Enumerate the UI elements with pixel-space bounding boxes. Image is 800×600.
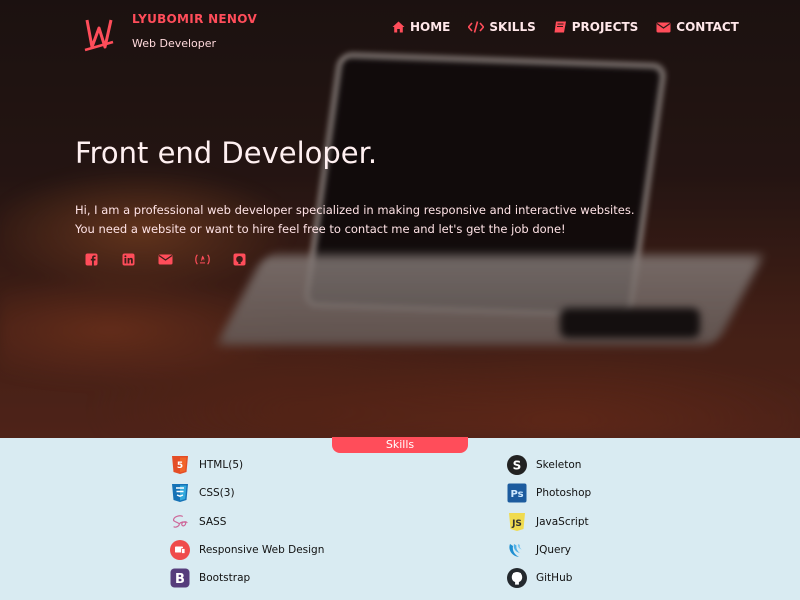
brand-logo-icon[interactable]: [82, 14, 116, 54]
github-icon[interactable]: [231, 251, 248, 268]
skill-name: Photoshop: [536, 487, 592, 500]
hero-headline: Front end Developer.: [75, 136, 378, 170]
envelope-icon: [656, 22, 671, 33]
home-icon: [392, 21, 405, 33]
responsive-icon: [170, 539, 190, 560]
social-links: [83, 251, 248, 268]
nav-contact[interactable]: CONTACT: [656, 20, 739, 34]
skill-name: Responsive Web Design: [199, 543, 325, 556]
hero-intro-line2: You need a website or want to hire feel …: [75, 222, 566, 236]
skill-name: JQuery: [536, 543, 572, 556]
skill-javascript: JS JavaScript: [507, 512, 591, 532]
skill-name: SASS: [199, 515, 227, 528]
javascript-icon: JS: [507, 512, 527, 532]
hero-intro: Hi, I am a professional web developer sp…: [75, 201, 675, 239]
skill-name: Skeleton: [536, 459, 582, 471]
book-icon: [554, 21, 567, 33]
skill-jquery: JQuery: [507, 540, 591, 560]
svg-text:Ps: Ps: [510, 489, 523, 500]
skill-github: GitHub: [507, 568, 591, 589]
skills-right-column: S Skeleton Ps Photoshop JS JavaScript JQ…: [507, 455, 591, 596]
skill-name: JavaScript: [536, 515, 589, 528]
freecodecamp-icon[interactable]: [194, 251, 211, 268]
linkedin-icon[interactable]: [120, 251, 137, 268]
brand-name: LYUBOMIR NENOV: [132, 12, 258, 26]
brand-subtitle: Web Developer: [132, 37, 217, 50]
sass-icon: [170, 512, 190, 532]
skill-sass: SASS: [170, 512, 324, 532]
facebook-icon[interactable]: [83, 251, 100, 268]
skill-name: Bootstrap: [199, 572, 251, 585]
nav-skills-label: SKILLS: [489, 20, 536, 34]
skill-bootstrap: B Bootstrap: [170, 568, 324, 588]
svg-text:S: S: [513, 459, 522, 473]
nav-skills[interactable]: SKILLS: [468, 20, 536, 34]
nav-projects-label: PROJECTS: [571, 20, 639, 34]
skill-skeleton: S Skeleton: [507, 455, 591, 475]
skill-name: CSS(3): [199, 487, 235, 500]
skills-section-tab: Skills: [332, 437, 468, 453]
nav-home[interactable]: HOME: [392, 20, 450, 34]
nav-projects[interactable]: PROJECTS: [554, 20, 639, 34]
bootstrap-icon: B: [170, 568, 190, 588]
code-icon: [468, 21, 485, 33]
photoshop-icon: Ps: [507, 483, 527, 503]
github-icon: [507, 568, 527, 589]
hero-intro-line1: Hi, I am a professional web developer sp…: [75, 203, 635, 217]
skill-photoshop: Ps Photoshop: [507, 483, 591, 503]
nav-home-label: HOME: [410, 20, 451, 34]
main-nav: HOME SKILLS PROJECTS CONTACT: [392, 20, 739, 34]
skill-name: HTML(5): [199, 459, 244, 471]
skeleton-icon: S: [507, 455, 527, 475]
nav-contact-label: CONTACT: [676, 20, 739, 34]
css3-icon: [170, 483, 190, 503]
svg-text:B: B: [175, 572, 185, 587]
skill-css3: CSS(3): [170, 483, 324, 503]
svg-text:5: 5: [177, 461, 183, 471]
envelope-icon[interactable]: [157, 251, 174, 268]
jquery-icon: [507, 540, 527, 560]
skill-html5: 5 HTML(5): [170, 455, 324, 475]
skill-name: GitHub: [536, 572, 573, 585]
skills-left-column: 5 HTML(5) CSS(3) SASS Responsive Web Des…: [170, 455, 324, 596]
hero-section: LYUBOMIR NENOV Web Developer HOME SKILLS…: [0, 0, 800, 438]
skill-responsive: Responsive Web Design: [170, 539, 325, 560]
html5-icon: 5: [170, 455, 190, 475]
svg-text:JS: JS: [511, 519, 522, 529]
